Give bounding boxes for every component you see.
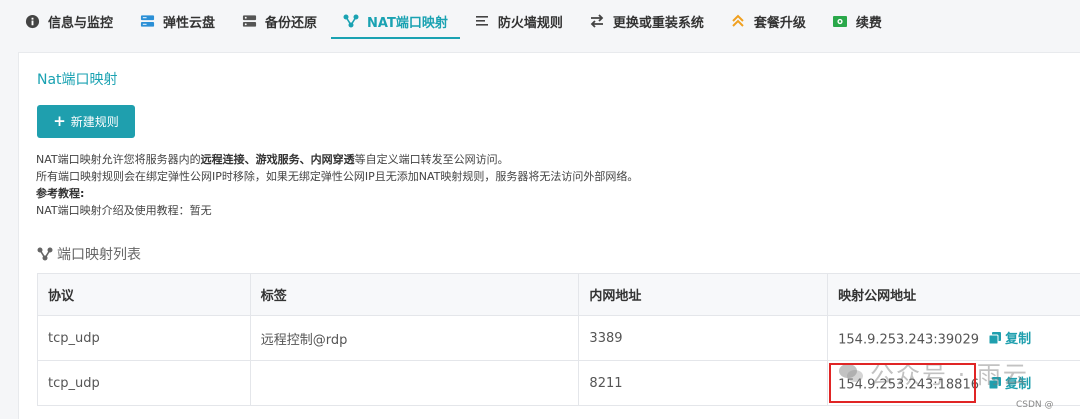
- plus-icon: +: [53, 112, 66, 130]
- tab-plan-upgrade[interactable]: 套餐升级: [730, 0, 806, 42]
- cell-public-address: 154.9.253.243:39029 复制: [827, 315, 1080, 361]
- cell-internal-address: 8211: [578, 360, 829, 406]
- public-address-text: 154.9.253.243:39029: [838, 332, 979, 348]
- tab-nat-port-mapping[interactable]: NAT端口映射: [331, 0, 460, 42]
- mapping-list-title: 端口映射列表: [37, 244, 141, 264]
- column-header-public-address: 映射公网地址: [827, 273, 1080, 316]
- tab-label: 续费: [855, 15, 882, 31]
- copy-label: 复制: [1005, 332, 1032, 348]
- page-title: Nat端口映射: [37, 72, 118, 88]
- backup-icon: [241, 13, 257, 29]
- tab-reinstall-system[interactable]: 更换或重装系统: [589, 0, 704, 42]
- csdn-watermark: CSDN @: [1016, 400, 1054, 410]
- tab-label: 弹性云盘: [163, 15, 216, 31]
- tab-label: 更换或重装系统: [612, 15, 704, 31]
- column-header-tag: 标签: [249, 273, 580, 316]
- new-rule-button[interactable]: + 新建规则: [37, 105, 135, 138]
- upgrade-icon: [730, 13, 746, 29]
- renew-icon: [832, 13, 848, 29]
- description-line-2: 所有端口映射规则会在绑定弹性公网IP时移除，如果无绑定弹性公网IP且无添加NAT…: [36, 170, 639, 183]
- description-line-4: NAT端口映射介绍及使用教程：暂无: [36, 204, 212, 217]
- desc-text: NAT端口映射允许您将服务器内的: [36, 153, 201, 166]
- tab-info-monitor[interactable]: 信息与监控: [24, 0, 113, 42]
- copy-icon: [989, 331, 1002, 344]
- cell-tag: [249, 360, 580, 406]
- desc-text: 等自定义端口转发至公网访问。: [354, 153, 509, 166]
- top-tab-bar: 信息与监控 弹性云盘 备份还原 NAT端口映射 防火墙规则 更换或重装系统 套餐…: [0, 0, 1080, 42]
- column-header-protocol: 协议: [37, 273, 251, 316]
- table-header-row: 协议 标签 内网地址 映射公网地址: [37, 273, 1080, 316]
- disk-icon: [139, 13, 155, 29]
- desc-bold-text: 远程连接、游戏服务、内网穿透: [200, 153, 355, 166]
- tab-label: 备份还原: [265, 15, 318, 31]
- cell-tag: 远程控制@rdp: [249, 315, 580, 361]
- table-row: tcp_udp 远程控制@rdp 3389 154.9.253.243:3902…: [37, 315, 1080, 361]
- new-rule-label: 新建规则: [70, 115, 119, 129]
- list-title-label: 端口映射列表: [57, 247, 141, 263]
- tab-renew[interactable]: 续费: [832, 0, 882, 42]
- list-icon: [474, 13, 490, 29]
- highlight-box: [829, 363, 976, 403]
- description-line-3: 参考教程:: [36, 185, 84, 201]
- tab-firewall-rules[interactable]: 防火墙规则: [474, 0, 563, 42]
- tab-label: NAT端口映射: [367, 15, 448, 31]
- tab-label: 防火墙规则: [497, 15, 563, 31]
- column-header-internal-address: 内网地址: [578, 273, 829, 316]
- tab-elastic-disk[interactable]: 弹性云盘: [139, 0, 215, 42]
- description-line-1: NAT端口映射允许您将服务器内的远程连接、游戏服务、内网穿透等自定义端口转发至公…: [36, 151, 509, 167]
- swap-icon: [589, 13, 605, 29]
- nat-icon: [343, 13, 359, 29]
- cell-protocol: tcp_udp: [37, 315, 251, 361]
- tab-label: 信息与监控: [48, 15, 114, 31]
- copy-button[interactable]: 复制: [989, 328, 1031, 347]
- tab-backup-restore[interactable]: 备份还原: [241, 0, 317, 42]
- cell-internal-address: 3389: [578, 315, 829, 361]
- tab-label: 套餐升级: [753, 15, 806, 31]
- nat-icon: [37, 247, 53, 261]
- cell-protocol: tcp_udp: [37, 360, 251, 406]
- reference-heading: 参考教程:: [36, 187, 85, 200]
- info-icon: [24, 13, 40, 29]
